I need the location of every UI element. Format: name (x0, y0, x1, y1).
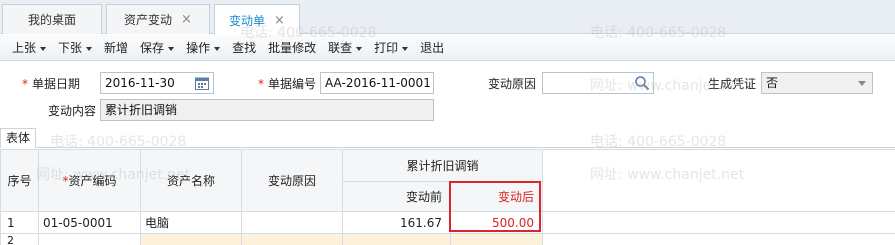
prev-label: 上张 (12, 41, 37, 55)
chevron-down-icon (86, 46, 93, 51)
chevron-down-icon (356, 46, 363, 51)
tab-body[interactable]: 表体 (0, 128, 36, 148)
doc-no-value: AA-2016-11-0001 (325, 76, 431, 90)
print-label: 打印 (374, 41, 399, 55)
cell-after[interactable] (449, 233, 544, 245)
header-form: * 单据日期 2016-11-30 * 单据编号 AA-2016-11-0001 变… (0, 62, 895, 128)
voucher-value: 否 (766, 76, 779, 90)
detail-table: 序号 *资产编码 资产名称 变动原因 累计折旧调销 变动前 变动后 1 01-0… (0, 149, 895, 245)
required-marker: * (258, 77, 264, 91)
print-button[interactable]: 打印 (368, 39, 414, 56)
highlight-box (449, 181, 541, 232)
required-marker: * (22, 77, 28, 91)
content-field: 累计折旧调销 (100, 99, 434, 121)
doc-no-field[interactable]: AA-2016-11-0001 (320, 72, 434, 94)
operate-button[interactable]: 操作 (180, 39, 226, 56)
tab-change-document[interactable]: 变动单 × (214, 4, 300, 35)
close-icon[interactable]: × (274, 13, 285, 28)
table-row[interactable]: 2 (0, 233, 895, 245)
header-empty (542, 149, 895, 212)
next-label: 下张 (58, 41, 83, 55)
prev-button[interactable]: 上张 (6, 39, 52, 56)
operate-label: 操作 (186, 41, 211, 55)
cell-seq: 2 (0, 233, 39, 245)
doc-no-label: * 单据编号 (258, 75, 316, 92)
save-button[interactable]: 保存 (134, 39, 180, 56)
link-query-button[interactable]: 联查 (322, 39, 368, 56)
header-before: 变动前 (342, 181, 451, 212)
chevron-down-icon (168, 46, 175, 51)
cell-asset-code[interactable]: 01-05-0001 (38, 211, 141, 234)
voucher-select[interactable]: 否 (761, 72, 873, 94)
toolbar: 上张 下张 新增 保存 操作 查找 批量修改 联查 打印 退出 (0, 35, 895, 61)
save-label: 保存 (140, 41, 165, 55)
tab-label: 资产变动 (124, 13, 173, 27)
table-row[interactable]: 1 01-05-0001 电脑 161.67 500.00 (0, 211, 895, 234)
chevron-down-icon (402, 46, 409, 51)
cell-asset-name[interactable] (140, 233, 242, 245)
doc-date-label-text: 单据日期 (32, 77, 81, 91)
header-asset-code: *资产编码 (38, 149, 141, 212)
tab-label: 变动单 (229, 13, 266, 28)
doc-date-label: * 单据日期 (22, 75, 80, 92)
content-label: 变动内容 (48, 104, 97, 118)
add-button[interactable]: 新增 (98, 39, 134, 56)
detail-grid: 序号 *资产编码 资产名称 变动原因 累计折旧调销 变动前 变动后 1 01-0… (0, 149, 895, 245)
header-asset-name: 资产名称 (140, 149, 242, 212)
cell-empty (542, 233, 895, 245)
chevron-down-icon (40, 46, 47, 51)
cell-empty (542, 211, 895, 234)
cell-reason[interactable] (241, 233, 343, 245)
find-button[interactable]: 查找 (226, 39, 262, 56)
reason-label: 变动原因 (488, 77, 537, 91)
doc-no-label-text: 单据编号 (268, 77, 317, 91)
tab-label: 我的桌面 (27, 13, 76, 27)
header-depreciation-group: 累计折旧调销 (341, 149, 544, 182)
cell-seq: 1 (0, 211, 39, 234)
cell-asset-name[interactable]: 电脑 (140, 211, 242, 234)
next-button[interactable]: 下张 (52, 39, 98, 56)
cell-asset-code[interactable] (38, 233, 141, 245)
header-reason: 变动原因 (241, 149, 343, 212)
content-value: 累计折旧调销 (105, 103, 178, 117)
header-asset-code-text: 资产编码 (68, 174, 117, 188)
tab-my-desktop[interactable]: 我的桌面 (2, 4, 102, 34)
close-icon[interactable]: × (181, 12, 192, 27)
cell-before: 161.67 (342, 211, 451, 234)
link-query-label: 联查 (328, 41, 353, 55)
body-tab-strip: 表体 (0, 128, 895, 148)
cell-reason[interactable] (241, 211, 343, 234)
batch-edit-button[interactable]: 批量修改 (262, 39, 322, 56)
tab-bar: 我的桌面 资产变动 × 变动单 × (0, 0, 895, 35)
chevron-down-icon (214, 46, 221, 51)
doc-date-value: 2016-11-30 (105, 76, 175, 90)
exit-button[interactable]: 退出 (414, 39, 450, 56)
calendar-icon[interactable] (194, 75, 210, 91)
tab-asset-change[interactable]: 资产变动 × (106, 4, 210, 34)
voucher-label: 生成凭证 (708, 77, 757, 91)
header-seq: 序号 (0, 149, 39, 212)
cell-before (342, 233, 451, 245)
search-icon[interactable] (634, 75, 650, 91)
doc-date-field[interactable]: 2016-11-30 (100, 72, 214, 94)
reason-field[interactable] (542, 72, 654, 94)
chevron-down-icon[interactable] (858, 81, 866, 86)
